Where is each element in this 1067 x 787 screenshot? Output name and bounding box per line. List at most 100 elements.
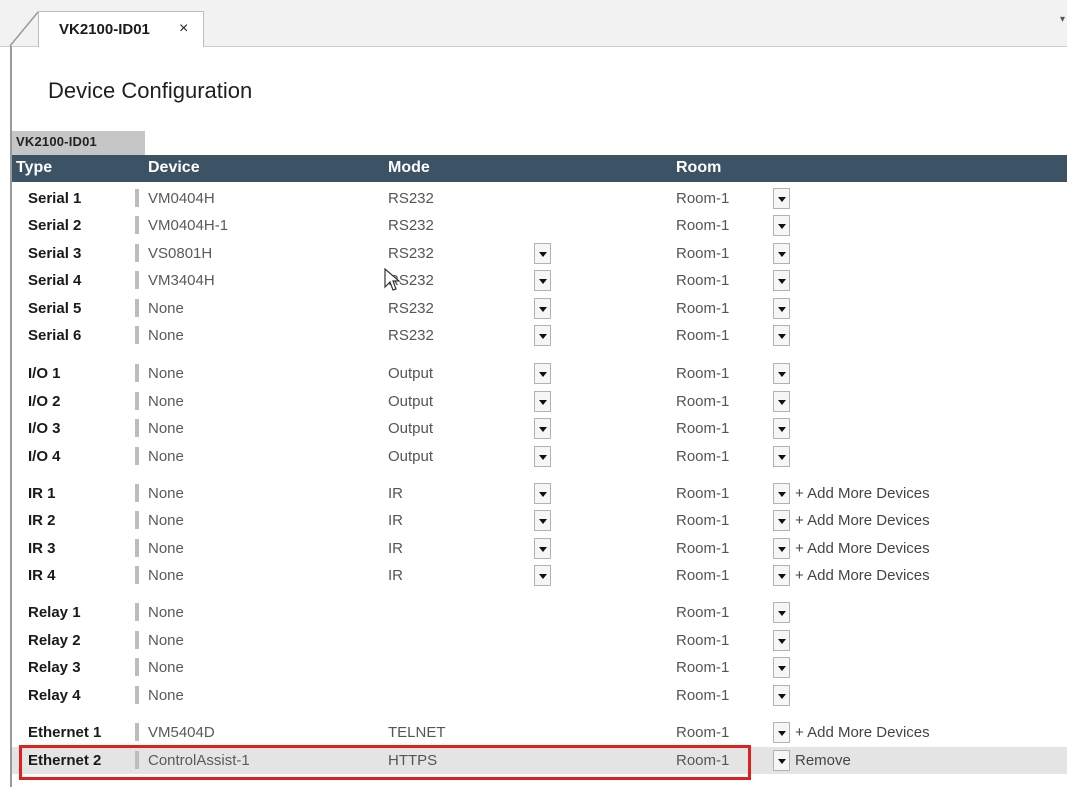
row-device[interactable]: VS0801H (148, 245, 212, 262)
table-row[interactable]: Serial 4 VM3404H RS232 Room-1 (12, 267, 1067, 294)
table-row[interactable]: IR 3 None IR Room-1 + Add More Devices (12, 535, 1067, 562)
room-dropdown-chevron-down-icon[interactable] (773, 483, 790, 504)
mode-dropdown-chevron-down-icon[interactable] (534, 363, 551, 384)
row-room[interactable]: Room-1 (676, 604, 729, 621)
table-row[interactable]: Relay 3 None Room-1 (12, 654, 1067, 681)
table-row[interactable]: Serial 5 None RS232 Room-1 (12, 295, 1067, 322)
row-room[interactable]: Room-1 (676, 485, 729, 502)
row-room[interactable]: Room-1 (676, 512, 729, 529)
table-row[interactable]: I/O 1 None Output Room-1 (12, 360, 1067, 387)
mode-dropdown-chevron-down-icon[interactable] (534, 270, 551, 291)
row-room[interactable]: Room-1 (676, 217, 729, 234)
table-row[interactable]: Relay 4 None Room-1 (12, 682, 1067, 709)
row-mode[interactable]: Output (388, 365, 433, 382)
row-device[interactable]: None (148, 327, 184, 344)
room-dropdown-chevron-down-icon[interactable] (773, 510, 790, 531)
row-device[interactable]: VM0404H-1 (148, 217, 228, 234)
room-dropdown-chevron-down-icon[interactable] (773, 363, 790, 384)
room-dropdown-chevron-down-icon[interactable] (773, 750, 790, 771)
room-dropdown-chevron-down-icon[interactable] (773, 538, 790, 559)
row-device[interactable]: VM0404H (148, 190, 215, 207)
row-mode[interactable]: RS232 (388, 327, 434, 344)
add-more-devices-button[interactable]: + Add More Devices (795, 540, 930, 557)
remove-button[interactable]: Remove (795, 752, 851, 769)
row-device[interactable]: None (148, 632, 184, 649)
row-room[interactable]: Room-1 (676, 540, 729, 557)
room-dropdown-chevron-down-icon[interactable] (773, 298, 790, 319)
room-dropdown-chevron-down-icon[interactable] (773, 685, 790, 706)
table-row[interactable]: Serial 2 VM0404H-1 RS232 Room-1 (12, 212, 1067, 239)
row-mode[interactable]: IR (388, 485, 403, 502)
room-dropdown-chevron-down-icon[interactable] (773, 630, 790, 651)
row-room[interactable]: Room-1 (676, 245, 729, 262)
room-dropdown-chevron-down-icon[interactable] (773, 325, 790, 346)
mode-dropdown-chevron-down-icon[interactable] (534, 325, 551, 346)
row-device[interactable]: None (148, 540, 184, 557)
mode-dropdown-chevron-down-icon[interactable] (534, 483, 551, 504)
row-room[interactable]: Room-1 (676, 659, 729, 676)
tab-menu-icon[interactable]: ▾ (1060, 14, 1065, 25)
row-device[interactable]: VM5404D (148, 724, 215, 741)
row-room[interactable]: Room-1 (676, 190, 729, 207)
room-dropdown-chevron-down-icon[interactable] (773, 446, 790, 467)
table-row[interactable]: Serial 1 VM0404H RS232 Room-1 (12, 185, 1067, 212)
row-room[interactable]: Room-1 (676, 632, 729, 649)
row-mode[interactable]: IR (388, 540, 403, 557)
row-mode[interactable]: Output (388, 420, 433, 437)
room-dropdown-chevron-down-icon[interactable] (773, 657, 790, 678)
row-room[interactable]: Room-1 (676, 272, 729, 289)
table-row[interactable]: Serial 3 VS0801H RS232 Room-1 (12, 240, 1067, 267)
add-more-devices-button[interactable]: + Add More Devices (795, 567, 930, 584)
table-row[interactable]: IR 2 None IR Room-1 + Add More Devices (12, 507, 1067, 534)
row-mode[interactable]: IR (388, 512, 403, 529)
row-device[interactable]: None (148, 420, 184, 437)
table-row[interactable]: I/O 3 None Output Room-1 (12, 415, 1067, 442)
row-room[interactable]: Room-1 (676, 448, 729, 465)
row-mode[interactable]: RS232 (388, 245, 434, 262)
table-row[interactable]: IR 1 None IR Room-1 + Add More Devices (12, 480, 1067, 507)
table-row[interactable]: Serial 6 None RS232 Room-1 (12, 322, 1067, 349)
mode-dropdown-chevron-down-icon[interactable] (534, 446, 551, 467)
row-mode[interactable]: Output (388, 393, 433, 410)
room-dropdown-chevron-down-icon[interactable] (773, 565, 790, 586)
room-dropdown-chevron-down-icon[interactable] (773, 188, 790, 209)
mode-dropdown-chevron-down-icon[interactable] (534, 298, 551, 319)
room-dropdown-chevron-down-icon[interactable] (773, 722, 790, 743)
row-room[interactable]: Room-1 (676, 393, 729, 410)
mode-dropdown-chevron-down-icon[interactable] (534, 243, 551, 264)
row-room[interactable]: Room-1 (676, 687, 729, 704)
row-device[interactable]: None (148, 659, 184, 676)
tab-vk2100-id01[interactable]: VK2100-ID01 × (38, 11, 204, 47)
row-device[interactable]: None (148, 300, 184, 317)
table-row[interactable]: I/O 4 None Output Room-1 (12, 443, 1067, 470)
row-room[interactable]: Room-1 (676, 300, 729, 317)
row-mode[interactable]: IR (388, 567, 403, 584)
room-dropdown-chevron-down-icon[interactable] (773, 270, 790, 291)
row-mode[interactable]: TELNET (388, 724, 446, 741)
room-dropdown-chevron-down-icon[interactable] (773, 391, 790, 412)
room-dropdown-chevron-down-icon[interactable] (773, 602, 790, 623)
room-dropdown-chevron-down-icon[interactable] (773, 243, 790, 264)
row-device[interactable]: None (148, 393, 184, 410)
row-device[interactable]: None (148, 567, 184, 584)
mode-dropdown-chevron-down-icon[interactable] (534, 510, 551, 531)
add-more-devices-button[interactable]: + Add More Devices (795, 724, 930, 741)
add-more-devices-button[interactable]: + Add More Devices (795, 485, 930, 502)
table-row[interactable]: Ethernet 1 VM5404D TELNET Room-1 + Add More … (12, 719, 1067, 746)
table-row[interactable]: IR 4 None IR Room-1 + Add More Devices (12, 562, 1067, 589)
mode-dropdown-chevron-down-icon[interactable] (534, 565, 551, 586)
row-room[interactable]: Room-1 (676, 420, 729, 437)
add-more-devices-button[interactable]: + Add More Devices (795, 512, 930, 529)
row-mode[interactable]: RS232 (388, 300, 434, 317)
mode-dropdown-chevron-down-icon[interactable] (534, 391, 551, 412)
row-mode[interactable]: RS232 (388, 217, 434, 234)
row-device[interactable]: None (148, 604, 184, 621)
row-device[interactable]: None (148, 687, 184, 704)
row-device[interactable]: None (148, 365, 184, 382)
table-row[interactable]: I/O 2 None Output Room-1 (12, 388, 1067, 415)
mode-dropdown-chevron-down-icon[interactable] (534, 538, 551, 559)
row-device[interactable]: None (148, 512, 184, 529)
row-room[interactable]: Room-1 (676, 724, 729, 741)
row-room[interactable]: Room-1 (676, 365, 729, 382)
row-mode[interactable]: RS232 (388, 190, 434, 207)
